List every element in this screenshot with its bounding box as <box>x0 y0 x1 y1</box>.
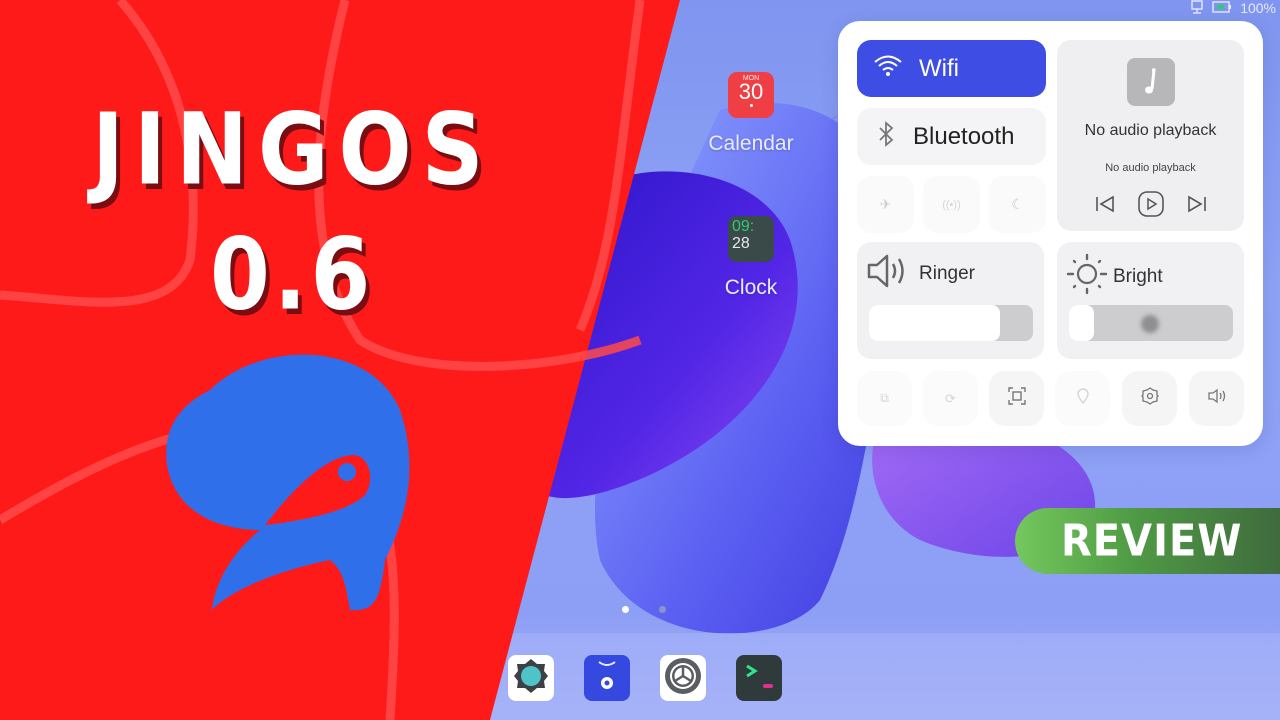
screenshot-icon <box>1007 387 1026 410</box>
bluetooth-icon <box>877 121 895 152</box>
page-dot-active[interactable] <box>622 606 629 613</box>
terminal-icon <box>739 656 779 701</box>
battery-percent: 100% <box>1240 0 1276 16</box>
screen-mirror-button[interactable]: ⧉ <box>857 371 912 426</box>
ringer-slider[interactable] <box>869 305 1033 341</box>
play-icon[interactable] <box>1137 191 1164 222</box>
brightness-slider[interactable] <box>1069 305 1233 341</box>
hotspot-toggle[interactable]: ((•)) <box>923 176 980 233</box>
screenshot-button[interactable] <box>989 371 1044 426</box>
app-store-icon <box>587 656 627 701</box>
system-settings-icon <box>511 656 551 701</box>
brightness-label: Bright <box>1113 266 1163 287</box>
wifi-icon <box>873 54 903 83</box>
clock-hour: 09: <box>732 218 755 235</box>
ringer-slider-fill <box>869 305 1001 341</box>
bluetooth-label: Bluetooth <box>913 122 1015 150</box>
next-track-icon[interactable] <box>1186 195 1208 218</box>
airplane-mode-icon: ✈ <box>879 196 892 212</box>
dock-app-settings[interactable] <box>660 655 706 701</box>
previous-track-icon[interactable] <box>1094 195 1116 218</box>
rotation-lock-button[interactable]: ⟳ <box>923 371 978 426</box>
calendar-month: MON <box>742 75 760 82</box>
wifi-label: Wifi <box>919 54 959 82</box>
clock-minute: 28 <box>732 235 750 252</box>
wifi-toggle[interactable]: Wifi <box>857 40 1046 97</box>
calendar-icon: MON 30 <box>728 72 774 118</box>
ringer-label: Ringer <box>919 263 975 284</box>
media-player-tile: No audio playback No audio playback <box>1057 40 1244 231</box>
rotation-lock-icon: ⟳ <box>945 390 956 406</box>
music-note-icon <box>1126 58 1175 106</box>
dock-app-system-settings[interactable] <box>508 655 554 701</box>
sound-icon <box>1207 388 1227 409</box>
page-indicator <box>622 606 666 613</box>
network-icon[interactable] <box>1190 0 1204 17</box>
bluetooth-toggle[interactable]: Bluetooth <box>857 108 1046 165</box>
speaker-icon <box>865 252 913 296</box>
dock-app-store[interactable] <box>584 655 630 701</box>
location-button[interactable] <box>1055 371 1110 426</box>
control-center: Wifi Bluetooth ✈ ((•)) ☾ No audio playba… <box>838 21 1263 446</box>
dock-app-terminal[interactable] <box>736 655 782 701</box>
settings-button[interactable] <box>1122 371 1177 426</box>
battery-icon[interactable] <box>1212 0 1232 16</box>
thumbnail-scene: 100% MON 30 Calendar 09: 28 Clock Wifi B… <box>0 0 1280 720</box>
clock-icon: 09: 28 <box>728 216 774 262</box>
ringer-volume-tile: Ringer <box>857 242 1044 359</box>
settings-gear-icon <box>662 655 704 702</box>
calendar-dot <box>749 104 753 107</box>
hotspot-icon: ((•)) <box>942 198 961 211</box>
location-icon <box>1076 388 1089 409</box>
media-title: No audio playback <box>1084 122 1217 139</box>
dock <box>490 633 1280 720</box>
airplane-mode-toggle[interactable]: ✈ <box>857 176 914 233</box>
do-not-disturb-toggle[interactable]: ☾ <box>989 176 1046 233</box>
brightness-slider-fill <box>1069 305 1094 341</box>
status-bar: 100% <box>1190 0 1276 16</box>
do-not-disturb-icon: ☾ <box>1011 196 1024 212</box>
settings-icon <box>1140 387 1159 410</box>
sun-icon <box>1065 252 1109 302</box>
touch-indicator <box>1141 315 1159 333</box>
calendar-day: 30 <box>738 79 764 104</box>
app-label: Clock <box>724 276 778 299</box>
page-dot[interactable] <box>659 606 666 613</box>
desktop-app-clock[interactable]: 09: 28 Clock <box>696 216 806 300</box>
app-label: Calendar <box>708 132 794 155</box>
sound-button[interactable] <box>1189 371 1244 426</box>
desktop-app-calendar[interactable]: MON 30 Calendar <box>696 72 806 156</box>
screen-mirror-icon: ⧉ <box>880 391 889 405</box>
review-badge: REVIEW <box>1015 508 1280 574</box>
media-subtitle: No audio playback <box>1105 162 1196 174</box>
brightness-tile: Bright <box>1057 242 1244 359</box>
review-badge-label: REVIEW <box>1061 515 1243 567</box>
